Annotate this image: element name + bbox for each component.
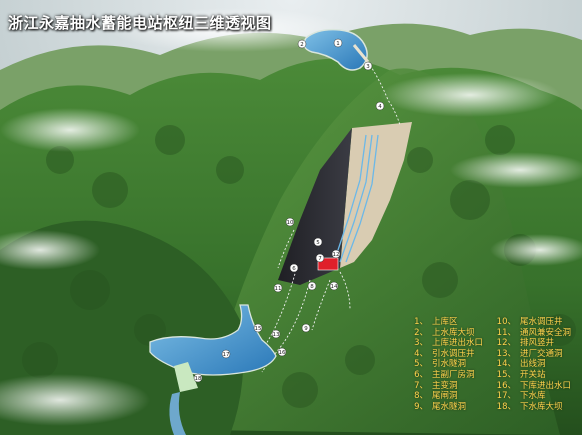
marker-label-13: 13 <box>273 332 280 338</box>
legend-item: 13、 进厂交通洞 <box>496 348 563 359</box>
legend-item: 7、 主变洞 <box>414 380 458 391</box>
legend-item: 5、 引水隧洞 <box>414 359 467 370</box>
marker-label-7: 7 <box>318 256 322 262</box>
legend-item: 14、 出线洞 <box>496 359 546 370</box>
marker-label-15: 15 <box>255 326 262 332</box>
legend-item: 12、 排风竖井 <box>496 338 555 349</box>
marker-label-14: 14 <box>331 284 338 290</box>
marker-label-6: 6 <box>292 266 296 272</box>
legend-item: 17、 下水库 <box>496 391 546 402</box>
marker-label-4: 4 <box>378 104 382 110</box>
legend-item: 10、 尾水调压井 <box>496 317 563 327</box>
perspective-map: 123456789101112131415161718 <box>0 0 582 435</box>
legend-column-right: 10、 尾水调压井 11、 通风兼安全洞 12、 排风竖井 13、 进厂交通洞 14、出… <box>496 317 571 412</box>
marker-label-8: 8 <box>310 284 314 290</box>
legend-item: 11、 通风兼安全洞 <box>496 327 572 338</box>
legend-item: 8、 尾闸洞 <box>414 391 458 402</box>
legend-column-left: 1、 上库区 2、 上水库大坝 3、 上库进出水口 4、 引水调压井 5、 引水隧洞 6、… <box>408 317 483 412</box>
marker-label-17: 17 <box>223 352 230 358</box>
marker-label-9: 9 <box>304 326 308 332</box>
marker-label-18: 18 <box>195 376 202 382</box>
legend-item: 3、 上库进出水口 <box>414 338 484 349</box>
marker-label-5: 5 <box>316 240 320 246</box>
legend-item: 6、 主副厂房洞 <box>414 369 475 380</box>
marker-label-16: 16 <box>279 350 286 356</box>
marker-label-3: 3 <box>366 64 370 70</box>
marker-label-10: 10 <box>287 220 294 226</box>
page-title: 浙江永嘉抽水蓄能电站枢纽三维透视图 <box>8 14 272 32</box>
marker-label-2: 2 <box>300 42 304 48</box>
legend-item: 1、 上库区 <box>414 317 458 327</box>
legend-item: 4、 引水调压井 <box>414 348 475 359</box>
marker-label-11: 11 <box>275 286 282 292</box>
marker-label-1: 1 <box>336 41 340 47</box>
legend-item: 2、 上水库大坝 <box>414 327 475 338</box>
legend-item: 15、 开关站 <box>496 369 546 380</box>
marker-label-12: 12 <box>333 252 340 258</box>
legend-item: 16、 下库进出水口 <box>496 380 572 391</box>
legend-item: 18、 下水库大坝 <box>496 401 563 412</box>
legend-item: 9、 尾水隧洞 <box>414 401 467 412</box>
